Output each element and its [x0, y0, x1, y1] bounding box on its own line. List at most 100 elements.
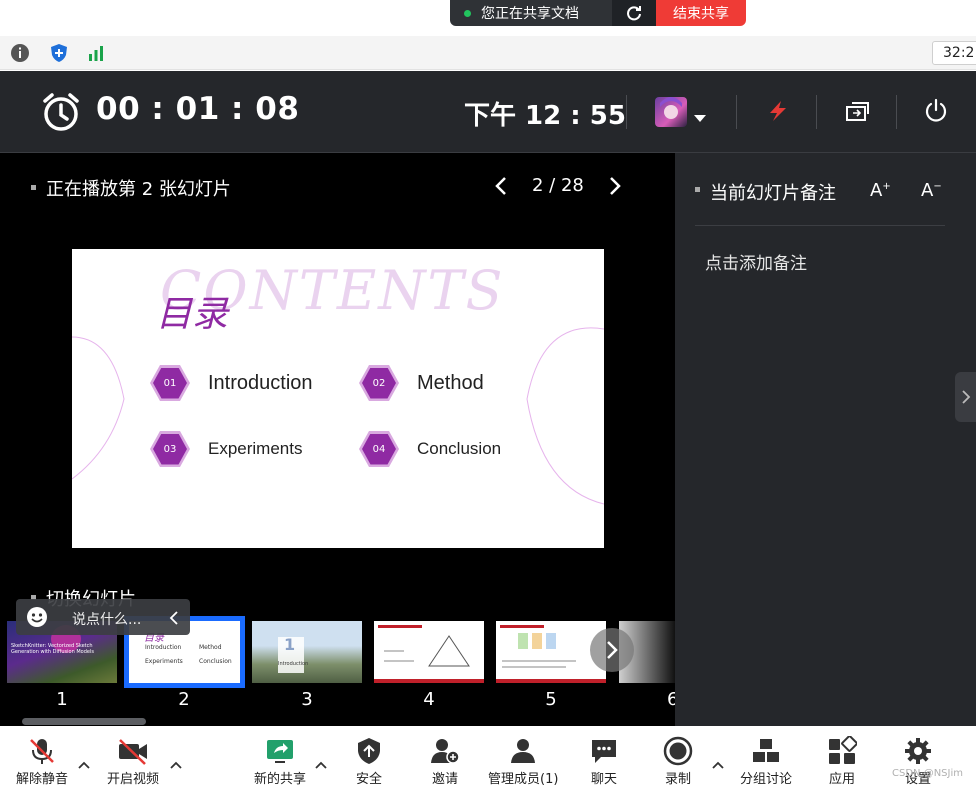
thumbnail-number: 4 [423, 689, 435, 710]
record-icon [663, 736, 693, 766]
playing-label: 正在播放第 2 张幻灯片 [46, 179, 231, 200]
unmute-button[interactable]: 解除静音 [16, 736, 68, 787]
switch-screen-icon[interactable] [845, 99, 871, 127]
thumbnail-number: 5 [545, 689, 557, 710]
shield-icon[interactable] [47, 41, 71, 65]
filmstrip-next-button[interactable] [590, 628, 634, 672]
video-off-icon [117, 736, 149, 766]
security-shield-icon [355, 736, 383, 766]
page-counter: 2 / 28 [532, 175, 584, 196]
contents-item-label: Experiments [208, 439, 303, 458]
slide-thumbnail[interactable] [374, 621, 484, 683]
refresh-icon [627, 6, 641, 21]
gear-icon [903, 736, 933, 766]
bullet [695, 187, 700, 192]
hexagon-badge: 02 [359, 365, 399, 401]
settings-button[interactable]: 设置 [903, 736, 933, 787]
unmute-label: 解除静音 [16, 772, 69, 787]
contents-item: 02 Method [359, 365, 484, 401]
next-slide-button[interactable] [608, 176, 622, 200]
new-share-button[interactable]: 新的共享 [254, 736, 306, 787]
add-user-icon [430, 736, 460, 766]
divider [896, 95, 897, 129]
info-icon[interactable] [8, 41, 32, 65]
record-label: 录制 [664, 772, 691, 787]
share-active-indicator [464, 9, 471, 17]
security-label: 安全 [355, 772, 382, 787]
chat-label: 聊天 [590, 772, 617, 787]
clock-display: 32:2 [932, 41, 976, 65]
contents-item-label: Method [417, 371, 484, 394]
hexagon-badge: 04 [359, 431, 399, 467]
panel-toggle-button[interactable] [955, 372, 976, 422]
chevron-down-icon[interactable] [694, 108, 706, 127]
apps-label: 应用 [828, 772, 855, 787]
muted-microphone-icon [27, 736, 57, 766]
breakout-rooms-button[interactable]: 分组讨论 [740, 736, 792, 787]
contents-item: 04 Conclusion [359, 431, 501, 467]
breakout-icon [751, 736, 781, 766]
divider [626, 95, 627, 129]
share-banner: 您正在共享文档 结束共享 [450, 0, 746, 26]
watermark: CSDN @NSJim [892, 768, 963, 779]
current-slide: CONTENTS 目录 01 Introduction 02 Method 03… [72, 249, 604, 548]
security-button[interactable]: 安全 [355, 736, 383, 787]
contents-item: 01 Introduction [150, 365, 313, 401]
start-video-label: 开启视频 [107, 772, 160, 787]
chevron-up-icon[interactable] [712, 754, 724, 773]
font-increase-button[interactable]: A+ [870, 180, 891, 201]
collapse-chat-icon[interactable] [169, 610, 179, 629]
chevron-up-icon[interactable] [170, 754, 182, 773]
stop-share-button[interactable]: 结束共享 [656, 0, 746, 26]
contents-item-label: Conclusion [417, 439, 502, 458]
add-notes-button[interactable]: 点击添加备注 [705, 249, 807, 274]
browser-toolbar: 32:2 [0, 36, 976, 70]
font-decrease-button[interactable]: A− [921, 180, 942, 201]
filmstrip-scrollbar[interactable] [22, 718, 146, 725]
contents-item: 03 Experiments [150, 431, 302, 467]
members-icon [508, 736, 538, 766]
power-icon[interactable] [924, 98, 948, 126]
signal-icon[interactable] [84, 41, 108, 65]
manage-members-label: 管理成员(1) [488, 772, 559, 787]
invite-label: 邀请 [431, 772, 458, 787]
avatar[interactable] [655, 97, 687, 127]
share-screen-icon [265, 736, 295, 766]
slide-title: 目录 [156, 294, 229, 335]
emoji-icon[interactable] [26, 606, 48, 632]
slide-thumbnail[interactable]: 1 Introduction [252, 621, 362, 683]
elapsed-timer: 00 : 01 : 08 [96, 91, 300, 127]
presenter-view: 00 : 01 : 08 下午 12 : 55 正在播放第 2 张幻灯片 2 /… [0, 71, 976, 726]
manage-members-button[interactable]: 管理成员(1) [488, 736, 558, 787]
thumbnail-number: 3 [301, 689, 313, 710]
current-time: 下午 12 : 55 [464, 101, 626, 131]
share-status-text: 您正在共享文档 [481, 6, 579, 22]
notes-panel: 当前幻灯片备注 A+ A− 点击添加备注 [675, 153, 976, 726]
divider [736, 95, 737, 129]
chat-icon [589, 736, 619, 766]
start-video-button[interactable]: 开启视频 [107, 736, 159, 787]
thumbnail-number: 2 [178, 689, 190, 710]
chat-quick-input[interactable]: 说点什么... [16, 599, 190, 635]
thumbnail-number: 6 [667, 689, 675, 710]
laser-pointer-icon[interactable] [766, 99, 790, 127]
thumbnail-title: SketchKnitter: Vectorized Sketch Generat… [11, 643, 94, 655]
apps-button[interactable]: 应用 [827, 736, 857, 787]
chevron-up-icon[interactable] [78, 754, 90, 773]
contents-item-label: Introduction [208, 371, 313, 394]
thumbnail-number: 1 [56, 689, 68, 710]
share-status: 您正在共享文档 [450, 0, 612, 26]
record-button[interactable]: 录制 [663, 736, 693, 787]
chevron-up-icon[interactable] [315, 754, 327, 773]
chat-placeholder: 说点什么... [72, 612, 142, 628]
invite-button[interactable]: 邀请 [430, 736, 460, 787]
bullet [31, 185, 36, 190]
breakout-label: 分组讨论 [740, 772, 793, 787]
divider [816, 95, 817, 129]
apps-icon [827, 736, 857, 766]
prev-slide-button[interactable] [494, 176, 508, 200]
refresh-share-button[interactable] [612, 0, 656, 26]
notes-title: 当前幻灯片备注 [710, 183, 836, 204]
divider [695, 225, 945, 226]
chat-button[interactable]: 聊天 [589, 736, 619, 787]
